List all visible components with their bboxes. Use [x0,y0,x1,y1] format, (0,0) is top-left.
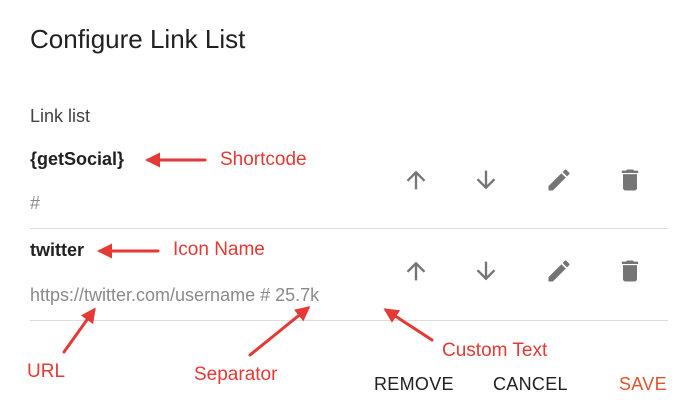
item-url-2[interactable]: https://twitter.com/username # 25.7k [30,285,319,306]
arrow-up-icon [406,261,426,281]
trash-icon [621,169,639,191]
annotation-separator: Separator [194,364,278,385]
move-up-button[interactable] [400,255,432,287]
item-url-1[interactable]: # [30,193,40,214]
delete-button[interactable] [614,255,646,287]
edit-button[interactable] [543,164,575,196]
arrow-down-icon [476,261,496,281]
remove-button[interactable]: REMOVE [374,374,454,395]
dialog-title: Configure Link List [30,24,246,54]
edit-button[interactable] [543,255,575,287]
annotation-custom-text: Custom Text [442,340,548,361]
annotation-arrows [62,152,434,357]
divider [30,320,668,321]
section-label: Link list [30,106,91,126]
annotation-shortcode: Shortcode [220,149,307,170]
arrow-down-icon [476,170,496,190]
delete-button[interactable] [614,164,646,196]
trash-icon [621,260,639,282]
item-name-2[interactable]: twitter [30,240,84,261]
pencil-icon [548,260,570,282]
divider [30,228,668,229]
annotation-url: URL [27,361,66,382]
move-down-button[interactable] [470,255,502,287]
cancel-button[interactable]: CANCEL [493,374,568,395]
move-up-button[interactable] [400,164,432,196]
move-down-button[interactable] [470,164,502,196]
arrow-separator [248,306,311,357]
save-button[interactable]: SAVE [619,374,667,395]
arrow-url [62,307,96,354]
annotation-icon-name: Icon Name [173,239,265,260]
item-name-1[interactable]: {getSocial} [30,149,124,170]
pencil-icon [548,169,570,191]
arrow-custom-text [383,308,434,342]
arrow-up-icon [406,170,426,190]
